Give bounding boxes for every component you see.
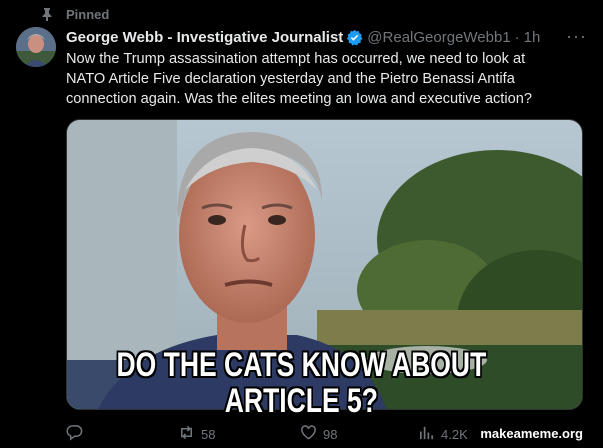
meme-watermark: makeameme.org — [477, 425, 586, 442]
meme-caption-bottom: ARTICLE 5? — [224, 382, 379, 420]
repost-button[interactable]: 58 — [178, 424, 215, 444]
pinned-label: Pinned — [66, 6, 110, 22]
pin-icon — [40, 7, 54, 21]
reply-button[interactable] — [66, 424, 89, 444]
more-icon[interactable]: ··· — [566, 27, 587, 45]
reply-icon — [66, 424, 83, 444]
pinned-indicator: Pinned — [40, 5, 109, 23]
avatar[interactable] — [16, 27, 56, 67]
author-name[interactable]: George Webb - Investigative Journalist — [66, 29, 343, 46]
separator-dot: · — [514, 28, 520, 46]
author-handle[interactable]: @RealGeorgeWebb1 — [367, 29, 510, 46]
heart-icon — [300, 424, 317, 444]
tweet-text-line: NATO Article Five declaration yesterday … — [66, 71, 515, 87]
like-count: 98 — [323, 426, 338, 442]
tweet-text: Now the Trump assassination attempt has … — [66, 49, 586, 109]
views-count: 4.2K — [441, 426, 468, 442]
meme-caption-top: DO THE CATS KNOW ABOUT — [116, 346, 487, 384]
tweet-text-line: connection again. Was the elites meeting… — [66, 91, 532, 107]
tweet[interactable]: Pinned George Webb - Investigative Journ… — [0, 0, 603, 448]
tweet-text-line: Now the Trump assassination attempt has … — [66, 51, 526, 67]
like-button[interactable]: 98 — [300, 424, 337, 444]
timestamp[interactable]: 1h — [524, 29, 541, 46]
views-icon — [418, 424, 435, 444]
views-button[interactable]: 4.2K — [418, 424, 468, 444]
tweet-header: George Webb - Investigative Journalist @… — [66, 27, 587, 47]
repost-count: 58 — [201, 426, 216, 442]
repost-icon — [178, 424, 195, 444]
verified-badge-icon — [346, 29, 363, 46]
